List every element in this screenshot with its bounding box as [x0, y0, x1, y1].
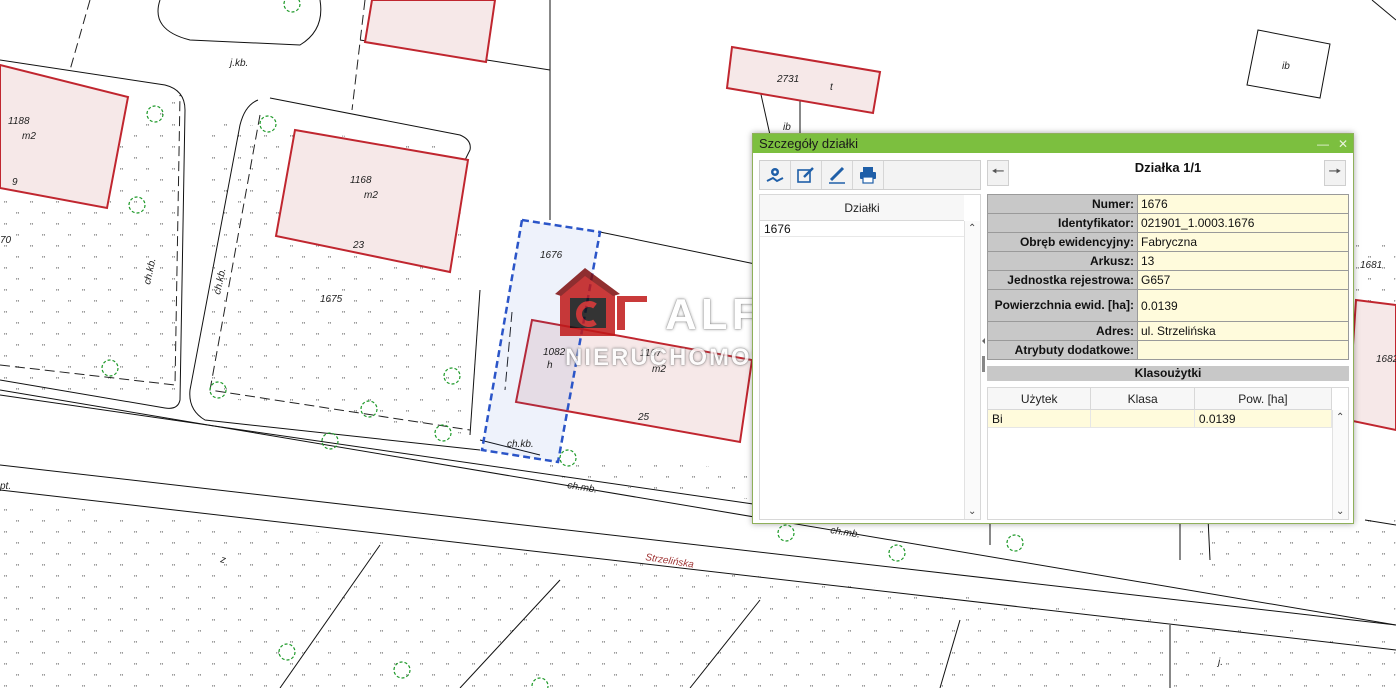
plot-properties-table: Numer: 1676 Identyfikator: 021901_1.0003… [987, 194, 1349, 360]
property-label: Arkusz: [987, 251, 1138, 271]
next-plot-button[interactable]: 🠖 [1324, 160, 1346, 186]
table-row: Adres: ul. Strzelińska [987, 321, 1349, 341]
draw-button[interactable] [822, 161, 853, 189]
pencil-icon [829, 166, 845, 184]
chevron-down-icon[interactable]: ⌄ [968, 506, 976, 517]
label-ib: ib [1282, 61, 1290, 72]
plot-details-dialog: Szczegóły działki — ✕ Działki 1676 ⌃ ⌄ 🠔… [752, 133, 1354, 524]
label-9: 9 [12, 177, 18, 188]
print-button[interactable] [853, 161, 884, 189]
chevron-up-icon[interactable]: ⌃ [968, 223, 976, 234]
table-row[interactable]: Bi 0.0139 [988, 410, 1333, 428]
property-label: Powierzchnia ewid. [ha]: [987, 289, 1138, 322]
arrow-right-icon: 🠖 [1328, 162, 1342, 180]
dialog-title: Szczegóły działki [759, 136, 858, 151]
property-value: ul. Strzelińska [1137, 321, 1349, 341]
locate-plot-icon [766, 168, 784, 183]
edit-plot-button[interactable] [791, 161, 822, 189]
table-row: Numer: 1676 [987, 194, 1349, 214]
plot-counter-title: Działka 1/1 [1134, 160, 1202, 175]
land-use-columns: Użytek Klasa Pow. [ha] [988, 388, 1333, 410]
land-use-scrollbar[interactable]: ⌃ ⌄ [1332, 410, 1348, 519]
label-jkb: j.kb. [228, 58, 248, 69]
label-chkb: ch.kb. [507, 439, 534, 450]
property-value: 13 [1137, 251, 1349, 271]
chevron-up-icon[interactable]: ⌃ [1336, 412, 1344, 423]
property-value: 021901_1.0003.1676 [1137, 213, 1349, 233]
toolbar [759, 160, 981, 190]
label-ib: ib [783, 122, 791, 133]
table-row: Jednostka rejestrowa: G657 [987, 270, 1349, 290]
right-pane: 🠔 Działka 1/1 🠖 Numer: 1676 Identyfikato… [987, 160, 1349, 520]
label-chmb: ch.mb. [830, 525, 861, 541]
cell-klasa [1091, 410, 1195, 427]
plot-navigation: 🠔 Działka 1/1 🠖 [987, 160, 1349, 188]
column-header-uzytek[interactable]: Użytek [988, 388, 1092, 409]
property-value: 0.0139 [1137, 289, 1349, 322]
label-plot-1188: 1188 [8, 116, 30, 127]
dialog-titlebar[interactable]: Szczegóły działki — ✕ [753, 134, 1353, 153]
label-plot-1168: 1168 [350, 175, 372, 186]
minimize-icon[interactable]: — [1313, 137, 1333, 151]
label-70: 70 [0, 235, 12, 246]
table-row: Atrybuty dodatkowe: [987, 340, 1349, 360]
table-row: Arkusz: 13 [987, 251, 1349, 271]
edit-plot-icon [797, 167, 814, 183]
plots-list: Działki 1676 ⌃ ⌄ [759, 194, 981, 520]
column-header-klasa[interactable]: Klasa [1091, 388, 1195, 409]
property-value: 1676 [1137, 194, 1349, 214]
label-plot-2731: 2731 [776, 74, 799, 85]
property-label: Adres: [987, 321, 1138, 341]
property-value: G657 [1137, 270, 1349, 290]
plots-scrollbar[interactable]: ⌃ ⌄ [964, 221, 980, 519]
plots-list-header: Działki [760, 195, 964, 221]
property-label: Identyfikator: [987, 213, 1138, 233]
label-j: j. [1216, 657, 1223, 668]
chevron-down-icon[interactable]: ⌄ [1336, 506, 1344, 517]
list-item[interactable]: 1676 [760, 221, 964, 237]
locate-plot-button[interactable] [760, 161, 791, 189]
label-23: 23 [352, 240, 365, 251]
cell-pow: 0.0139 [1195, 410, 1333, 427]
property-value [1137, 340, 1349, 360]
property-label: Atrybuty dodatkowe: [987, 340, 1138, 360]
label-pt: pt. [0, 481, 11, 492]
property-label: Numer: [987, 194, 1138, 214]
print-icon [860, 167, 876, 184]
left-pane: Działki 1676 ⌃ ⌄ [759, 160, 981, 520]
property-label: Obręb ewidencyjny: [987, 232, 1138, 252]
table-row: Powierzchnia ewid. [ha]: 0.0139 [987, 289, 1349, 322]
label-plot-1676: 1676 [540, 250, 563, 261]
label-h: h [547, 360, 553, 371]
land-use-section-header: Klasoużytki [987, 366, 1349, 381]
table-row: Identyfikator: 021901_1.0003.1676 [987, 213, 1349, 233]
label-25: 25 [637, 412, 650, 423]
column-header-pow[interactable]: Pow. [ha] [1195, 388, 1333, 409]
splitter-handle-icon [982, 338, 985, 372]
property-value: Fabryczna [1137, 232, 1349, 252]
label-plot-1675: 1675 [320, 294, 343, 305]
table-row: Obręb ewidencyjny: Fabryczna [987, 232, 1349, 252]
house-logo-icon [555, 268, 647, 336]
label-plot-1682: 1682 [1376, 354, 1396, 365]
label-plot-1681: 1681 [1360, 260, 1382, 271]
property-label: Jednostka rejestrowa: [987, 270, 1138, 290]
close-icon[interactable]: ✕ [1333, 137, 1353, 151]
label-m2: m2 [22, 131, 36, 142]
label-m2: m2 [364, 190, 378, 201]
land-use-table: Użytek Klasa Pow. [ha] Bi 0.0139 ⌃ ⌄ [987, 387, 1349, 520]
pane-splitter[interactable] [982, 160, 986, 520]
cell-uzytek: Bi [988, 410, 1092, 427]
